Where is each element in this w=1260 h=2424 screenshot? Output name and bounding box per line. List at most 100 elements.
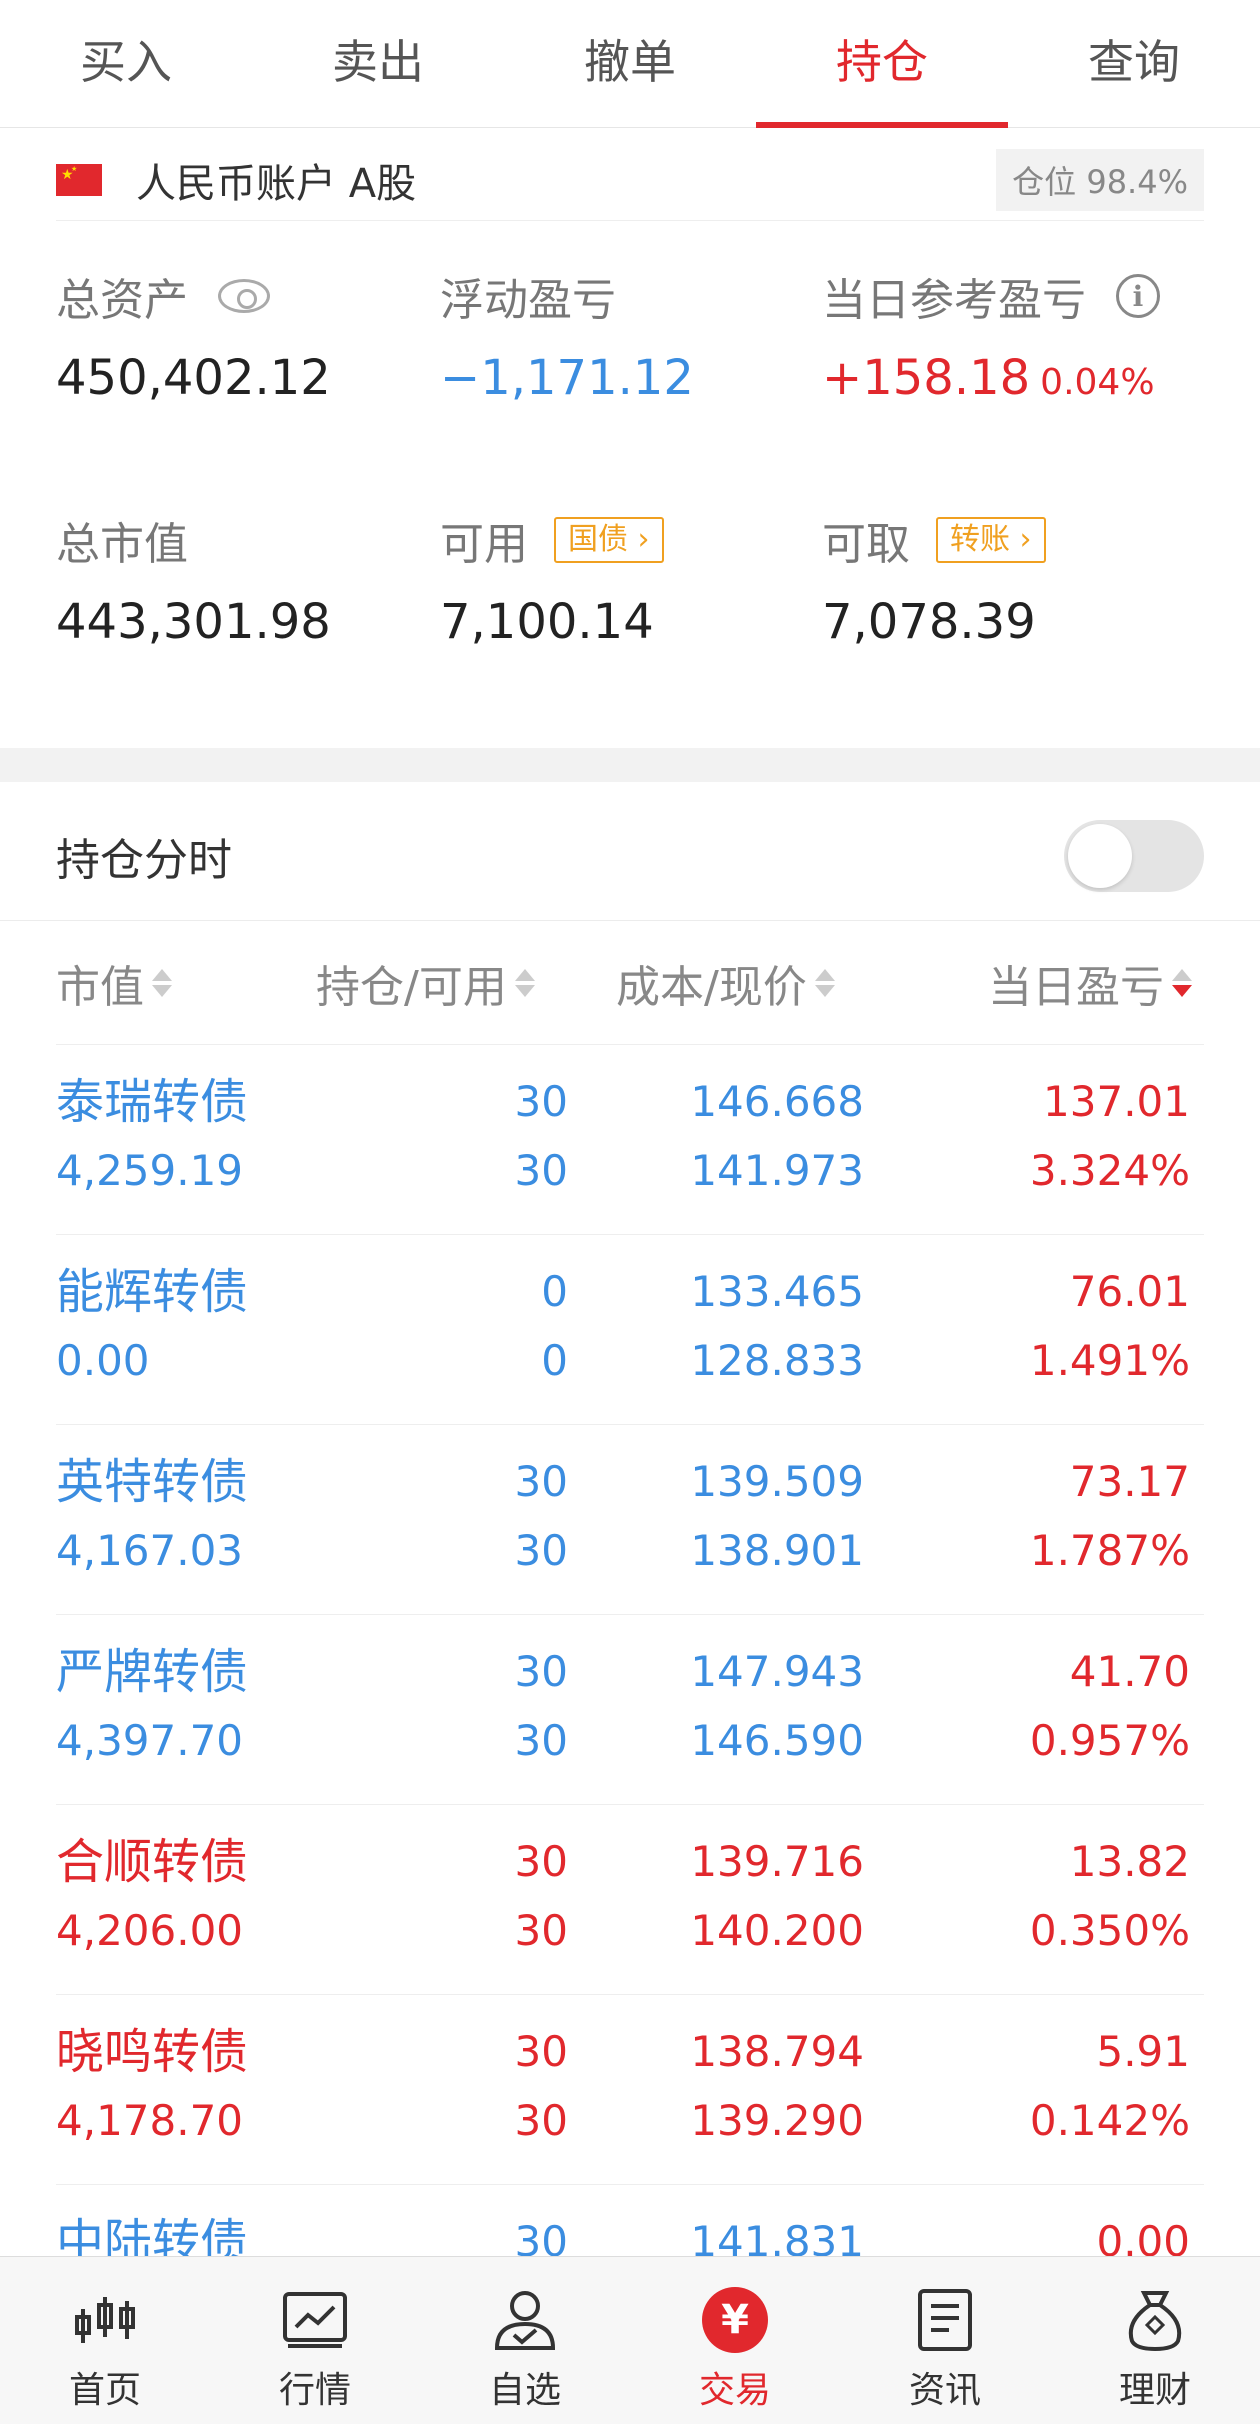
- total-assets-block: 总资产 450,402.12: [56, 266, 331, 408]
- bottom-nav: 首页 行情 自选 ¥ 交易 资讯 理财: [0, 2256, 1260, 2424]
- table-header: 市值 持仓/可用 成本/现价 当日盈亏: [56, 950, 1204, 1016]
- sort-icon: [152, 969, 172, 997]
- positions-table: 泰瑞转债 4,259.19 30 30 146.668 141.973 137.…: [56, 1045, 1204, 2375]
- total-assets-value: 450,402.12: [56, 350, 331, 406]
- table-row[interactable]: 能辉转债 0.00 0 0 133.465 128.833 76.01 1.49…: [56, 1235, 1204, 1425]
- treasury-bond-button[interactable]: 国债 ›: [554, 517, 664, 563]
- intraday-toggle[interactable]: [1064, 820, 1204, 892]
- available-qty: 30: [514, 1526, 568, 1575]
- market-value: 4,178.70: [56, 2096, 244, 2145]
- eye-icon[interactable]: [218, 279, 270, 313]
- header-cost-price[interactable]: 成本/现价: [616, 950, 835, 1016]
- market-value-label: 总市值: [56, 519, 188, 570]
- tab-sell[interactable]: 卖出: [252, 0, 504, 128]
- table-row[interactable]: 严牌转债 4,397.70 30 30 147.943 146.590 41.7…: [56, 1615, 1204, 1805]
- table-row[interactable]: 晓鸣转债 4,178.70 30 30 138.794 139.290 5.91…: [56, 1995, 1204, 2185]
- holding-qty: 30: [514, 1647, 568, 1696]
- bond-name: 严牌转债: [56, 1644, 249, 1700]
- info-icon[interactable]: i: [1116, 274, 1160, 318]
- daily-pl-percent: 0.957%: [1029, 1716, 1190, 1765]
- daily-pl-percent: 1.491%: [1029, 1336, 1190, 1385]
- bond-name: 能辉转债: [56, 1264, 249, 1320]
- header-daily-pl[interactable]: 当日盈亏: [988, 950, 1192, 1016]
- tab-buy[interactable]: 买入: [0, 0, 252, 128]
- position-ratio-badge: 仓位 98.4%: [996, 149, 1204, 211]
- daily-pl-percent: 1.787%: [1029, 1526, 1190, 1575]
- money-bag-icon: [1119, 2285, 1191, 2355]
- nav-wealth[interactable]: 理财: [1050, 2257, 1260, 2424]
- cost-price: 147.943: [690, 1647, 864, 1696]
- available-qty: 30: [514, 1146, 568, 1195]
- daily-pl-percent: 3.324%: [1029, 1146, 1190, 1195]
- daily-pl-percent: 0.142%: [1029, 2096, 1190, 2145]
- daily-pl: 76.01: [1069, 1267, 1190, 1316]
- available-block: 可用 国债 › 7,100.14: [440, 510, 664, 652]
- treasury-bond-label: 国债: [568, 522, 628, 557]
- china-flag-icon: ★ ★: [56, 164, 102, 196]
- holding-qty: 30: [514, 2027, 568, 2076]
- nav-label: 首页: [68, 2370, 141, 2411]
- withdrawable-block: 可取 转账 › 7,078.39: [822, 510, 1046, 652]
- nav-news[interactable]: 资讯: [840, 2257, 1050, 2424]
- cost-price: 138.794: [690, 2027, 864, 2076]
- market-value-block: 总市值 443,301.98: [56, 510, 331, 652]
- nav-watchlist[interactable]: 自选: [420, 2257, 630, 2424]
- candlestick-icon: [69, 2285, 141, 2355]
- bond-name: 合顺转债: [56, 1834, 249, 1890]
- market-value: 4,167.03: [56, 1526, 244, 1575]
- nav-trade[interactable]: ¥ 交易: [630, 2257, 840, 2424]
- nav-label: 资讯: [908, 2370, 981, 2411]
- nav-market[interactable]: 行情: [210, 2257, 420, 2424]
- available-label: 可用: [440, 519, 528, 570]
- header-holding-available[interactable]: 持仓/可用: [316, 950, 535, 1016]
- header-label: 当日盈亏: [988, 962, 1164, 1013]
- nav-label: 自选: [488, 2370, 561, 2411]
- nav-label: 理财: [1118, 2370, 1191, 2411]
- holding-qty: 0: [541, 1267, 568, 1316]
- chart-icon: [279, 2285, 351, 2355]
- header-market-value[interactable]: 市值: [56, 950, 172, 1016]
- current-price: 146.590: [690, 1716, 864, 1765]
- available-value: 7,100.14: [440, 594, 654, 650]
- current-price: 140.200: [690, 1906, 864, 1955]
- current-price: 138.901: [690, 1526, 864, 1575]
- tab-label: 查询: [1088, 35, 1180, 89]
- yen-icon: ¥: [702, 2287, 768, 2353]
- tab-query[interactable]: 查询: [1008, 0, 1260, 128]
- transfer-button[interactable]: 转账 ›: [936, 517, 1046, 563]
- daily-pl-percent: 0.350%: [1029, 1906, 1190, 1955]
- intraday-row: 持仓分时: [56, 806, 1204, 906]
- user-check-icon: [489, 2285, 561, 2355]
- holding-qty: 30: [514, 1457, 568, 1506]
- daily-pl: 5.91: [1096, 2027, 1190, 2076]
- tab-positions[interactable]: 持仓: [756, 0, 1008, 128]
- market-value-value: 443,301.98: [56, 594, 331, 650]
- account-row[interactable]: ★ ★ 人民币账户 A股 仓位 98.4%: [56, 146, 1204, 214]
- floating-pl-label: 浮动盈亏: [440, 275, 616, 326]
- nav-home[interactable]: 首页: [0, 2257, 210, 2424]
- divider: [56, 220, 1204, 221]
- header-label: 市值: [56, 962, 144, 1013]
- toggle-knob: [1068, 824, 1132, 888]
- table-row[interactable]: 合顺转债 4,206.00 30 30 139.716 140.200 13.8…: [56, 1805, 1204, 1995]
- cost-price: 133.465: [690, 1267, 864, 1316]
- header-label: 成本/现价: [616, 962, 807, 1013]
- table-row[interactable]: 英特转债 4,167.03 30 30 139.509 138.901 73.1…: [56, 1425, 1204, 1615]
- daily-pl-percent: 0.04%: [1040, 362, 1155, 403]
- table-row[interactable]: 泰瑞转债 4,259.19 30 30 146.668 141.973 137.…: [56, 1045, 1204, 1235]
- tab-label: 撤单: [584, 35, 676, 89]
- bond-name: 泰瑞转债: [56, 1074, 249, 1130]
- available-qty: 0: [541, 1336, 568, 1385]
- divider: [0, 920, 1260, 921]
- cost-price: 139.509: [690, 1457, 864, 1506]
- daily-pl-block: 当日参考盈亏 i +158.18 0.04%: [822, 266, 1160, 408]
- withdrawable-label: 可取: [822, 519, 910, 570]
- withdrawable-value: 7,078.39: [822, 594, 1036, 650]
- account-label: 人民币账户 A股: [136, 161, 417, 207]
- current-price: 139.290: [690, 2096, 864, 2145]
- daily-pl: 41.70: [1069, 1647, 1190, 1696]
- current-price: 141.973: [690, 1146, 864, 1195]
- top-tabs: 买入 卖出 撤单 持仓 查询: [0, 0, 1260, 128]
- tab-label: 持仓: [836, 35, 928, 89]
- tab-cancel-order[interactable]: 撤单: [504, 0, 756, 128]
